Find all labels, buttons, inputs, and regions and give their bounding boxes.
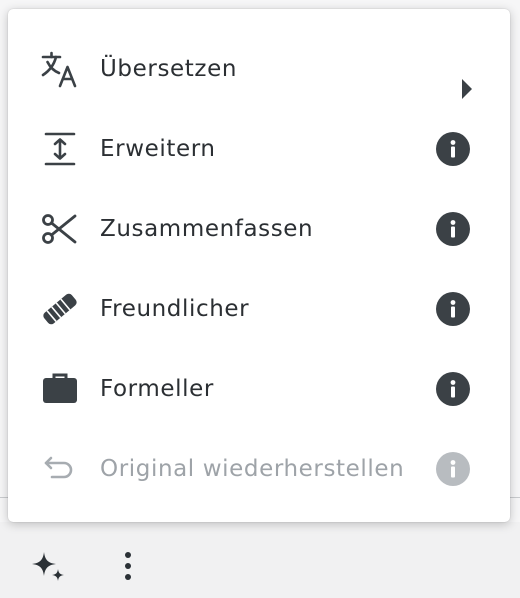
menu-item-label: Freundlicher xyxy=(100,296,250,322)
more-vertical-icon[interactable] xyxy=(108,546,148,586)
menu-item-friendlier[interactable]: Freundlicher xyxy=(8,269,510,349)
translate-icon xyxy=(40,49,80,89)
menu-item-expand[interactable]: Erweitern xyxy=(8,109,510,189)
info-icon xyxy=(436,452,470,486)
info-icon[interactable] xyxy=(436,212,470,246)
info-icon[interactable] xyxy=(436,292,470,326)
menu-item-summarize[interactable]: Zusammenfassen xyxy=(8,189,510,269)
menu-item-label: Formeller xyxy=(100,376,214,402)
context-menu: Übersetzen Erweitern Zusammenfassen Freu… xyxy=(8,9,510,522)
menu-item-restore-original: Original wiederherstellen xyxy=(8,429,510,509)
info-icon[interactable] xyxy=(436,132,470,166)
handshake-icon xyxy=(40,289,80,329)
expand-vertical-icon xyxy=(40,129,80,169)
undo-icon xyxy=(40,449,80,489)
menu-item-label: Original wiederherstellen xyxy=(100,456,405,482)
sparkles-icon[interactable] xyxy=(28,546,68,586)
menu-item-translate[interactable]: Übersetzen xyxy=(8,29,510,109)
bottom-toolbar xyxy=(0,528,520,598)
scissors-icon xyxy=(40,209,80,249)
menu-item-more-formal[interactable]: Formeller xyxy=(8,349,510,429)
info-icon[interactable] xyxy=(436,372,470,406)
menu-item-label: Erweitern xyxy=(100,136,216,162)
menu-item-label: Übersetzen xyxy=(100,56,237,82)
briefcase-icon xyxy=(40,369,80,409)
menu-item-label: Zusammenfassen xyxy=(100,216,314,242)
submenu-arrow-icon xyxy=(462,79,472,99)
